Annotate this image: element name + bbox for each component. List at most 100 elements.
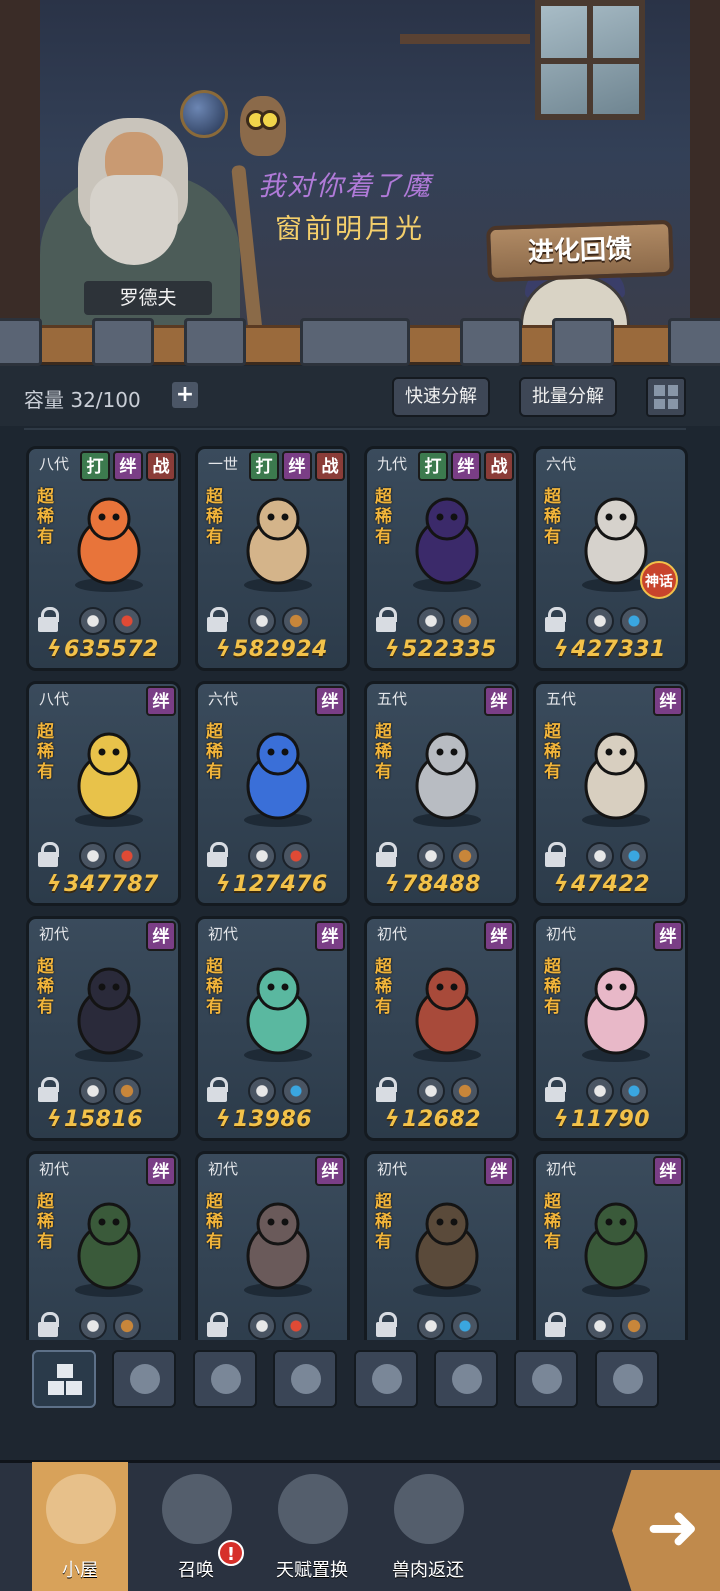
power-value: ϟ347787 <box>47 872 159 897</box>
trait-tags: 打绊战 <box>249 451 345 481</box>
filter-eye-icon[interactable] <box>595 1350 659 1408</box>
creature-card[interactable]: 初代 绊超稀有 ϟ12682 <box>364 916 519 1141</box>
trait-tag: 绊 <box>484 1156 514 1186</box>
creature-card[interactable]: 初代 绊超稀有 ϟ11790 <box>533 916 688 1141</box>
filter-alien-icon[interactable] <box>354 1350 418 1408</box>
lock-icon[interactable] <box>375 607 397 633</box>
lock-icon[interactable] <box>206 1077 228 1103</box>
trait-tags: 绊 <box>146 921 176 951</box>
creature-art <box>59 485 159 595</box>
lock-icon[interactable] <box>375 1312 397 1338</box>
nav-summon[interactable]: 召唤 <box>148 1462 244 1591</box>
creature-art <box>566 1190 666 1300</box>
filter-all-icon[interactable] <box>32 1350 96 1408</box>
filter-fist-icon[interactable] <box>112 1350 176 1408</box>
power-number: 13986 <box>233 1107 313 1132</box>
fist-icon <box>130 1364 160 1394</box>
creature-card[interactable]: 初代 绊超稀有 <box>533 1151 688 1350</box>
card-icons-row <box>35 1312 175 1340</box>
lock-icon[interactable] <box>544 842 566 868</box>
rarity-label: 超稀有 <box>375 487 392 547</box>
lock-icon[interactable] <box>37 607 59 633</box>
power-icon: ϟ <box>47 637 63 662</box>
card-icons-row <box>35 1077 175 1105</box>
card-icons-row <box>542 842 682 870</box>
creature-card[interactable]: 初代 绊超稀有 <box>364 1151 519 1350</box>
trait-tags: 绊 <box>146 686 176 716</box>
lock-icon[interactable] <box>206 607 228 633</box>
element-icon <box>451 1312 479 1340</box>
creature-art <box>228 1190 328 1300</box>
owl <box>240 96 286 156</box>
quick-decompose-button[interactable]: 快速分解 <box>392 377 490 417</box>
nav-talent-swap[interactable]: 天赋置换 <box>264 1462 360 1591</box>
creature-card[interactable]: 八代 绊超稀有 ϟ347787 <box>26 681 181 906</box>
lock-icon[interactable] <box>37 1077 59 1103</box>
nav-hut[interactable]: 小屋 <box>32 1462 128 1591</box>
power-icon: ϟ <box>216 637 232 662</box>
creature-card[interactable]: 五代 绊超稀有 ϟ78488 <box>364 681 519 906</box>
creature-card[interactable]: 六代 超稀有 神话 ϟ427331 <box>533 446 688 671</box>
batch-decompose-button[interactable]: 批量分解 <box>519 377 617 417</box>
creature-card[interactable]: 初代 绊超稀有 <box>26 1151 181 1350</box>
generation-label: 初代 <box>546 925 577 943</box>
lock-icon[interactable] <box>37 1312 59 1338</box>
trait-tag: 绊 <box>113 451 143 481</box>
wall-beam <box>690 0 720 345</box>
crosshair-icon <box>532 1364 562 1394</box>
myth-badge: 神话 <box>640 561 678 599</box>
trait-tags: 绊 <box>653 1156 683 1186</box>
element-icon <box>113 1312 141 1340</box>
filter-crosshair-icon[interactable] <box>514 1350 578 1408</box>
power-icon: ϟ <box>554 872 570 897</box>
lock-icon[interactable] <box>206 842 228 868</box>
trait-tags: 打绊战 <box>80 451 176 481</box>
generation-label: 八代 <box>39 455 70 473</box>
rarity-label: 超稀有 <box>206 957 223 1017</box>
card-icons-row <box>373 1312 513 1340</box>
element-icon <box>79 842 107 870</box>
creature-card[interactable]: 一世打绊战超稀有 ϟ582924 <box>195 446 350 671</box>
creature-card[interactable]: 初代 绊超稀有 ϟ13986 <box>195 916 350 1141</box>
creature-art <box>228 485 328 595</box>
element-icon <box>451 842 479 870</box>
grid-view-icon[interactable] <box>646 377 686 417</box>
rarity-label: 超稀有 <box>206 722 223 782</box>
power-number: 347787 <box>64 872 159 897</box>
card-icons-row <box>373 607 513 635</box>
lock-icon[interactable] <box>544 1077 566 1103</box>
creature-card[interactable]: 八代打绊战超稀有 ϟ635572 <box>26 446 181 671</box>
creature-card[interactable]: 初代 绊超稀有 ϟ15816 <box>26 916 181 1141</box>
generation-label: 九代 <box>377 455 408 473</box>
trait-tags: 绊 <box>315 1156 345 1186</box>
shield-icon <box>211 1364 241 1394</box>
trait-tag: 战 <box>315 451 345 481</box>
lock-icon[interactable] <box>375 842 397 868</box>
filter-shield-icon[interactable] <box>193 1350 257 1408</box>
arrow-icon: ➜ <box>646 1491 700 1565</box>
creature-art <box>397 1190 497 1300</box>
lock-icon[interactable] <box>544 607 566 633</box>
trait-tags: 绊 <box>653 921 683 951</box>
nav-meat-return[interactable]: 兽肉返还 <box>380 1462 476 1591</box>
lock-icon[interactable] <box>544 1312 566 1338</box>
card-icons-row <box>35 842 175 870</box>
creature-art <box>566 720 666 830</box>
trait-tag: 绊 <box>653 921 683 951</box>
lock-icon[interactable] <box>37 842 59 868</box>
creature-card[interactable]: 九代打绊战超稀有 ϟ522335 <box>364 446 519 671</box>
filter-sprout-icon[interactable] <box>273 1350 337 1408</box>
creature-card[interactable]: 初代 绊超稀有 <box>195 1151 350 1350</box>
creature-card[interactable]: 六代 绊超稀有 ϟ127476 <box>195 681 350 906</box>
creature-card[interactable]: 五代 绊超稀有 ϟ47422 <box>533 681 688 906</box>
trait-tag: 绊 <box>315 686 345 716</box>
add-capacity-button[interactable]: + <box>172 382 198 408</box>
tower-icon <box>452 1364 482 1394</box>
lock-icon[interactable] <box>375 1077 397 1103</box>
element-icon <box>451 1077 479 1105</box>
evolve-feedback-button[interactable]: 进化回馈 <box>486 219 674 283</box>
lock-icon[interactable] <box>206 1312 228 1338</box>
card-icons-row <box>204 842 344 870</box>
filter-tower-icon[interactable] <box>434 1350 498 1408</box>
next-arrow-button[interactable]: ➜ <box>612 1470 720 1591</box>
